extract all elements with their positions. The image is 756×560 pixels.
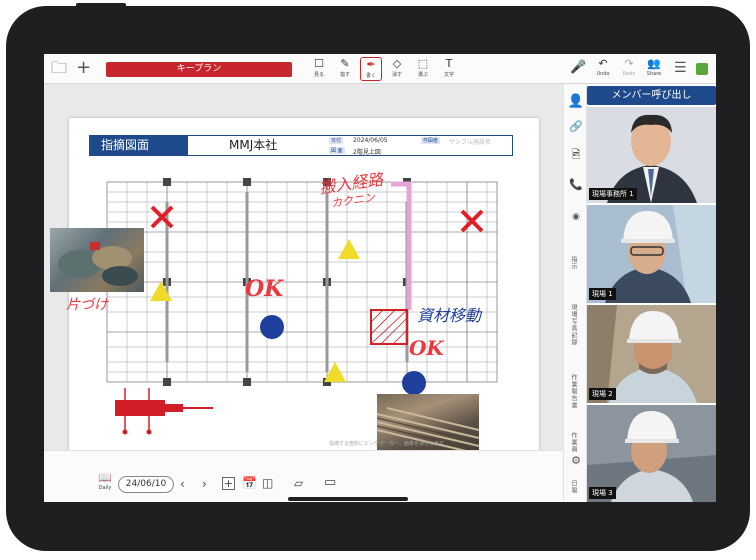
participant-label: 現場 1 (589, 288, 616, 300)
bottom-toolbar: 📖 Daily 24/06/10 ‹ › + 📅 ◫ ▱ ▭ (44, 450, 563, 502)
sheet-footnote: 指摘する箇所にピンやマーカー、画像を添付します (329, 441, 444, 447)
caution-marker[interactable] (323, 361, 347, 383)
folder-icon[interactable]: 🗀 (51, 58, 67, 78)
tidy-up-annotation[interactable]: 片づけ (66, 294, 108, 314)
app-logo-icon (696, 63, 708, 75)
select-icon: ⬚ (417, 57, 429, 70)
undo-icon: ↶ (598, 57, 608, 70)
participant-label: 現場事務所 1 (589, 188, 637, 200)
shape-icon[interactable]: ▱ (294, 476, 303, 490)
date-selector[interactable]: 24/06/10 (118, 476, 174, 493)
author-value: サンプル施設名 (449, 139, 491, 146)
view-icon: ☐ (314, 57, 324, 70)
participant-tile[interactable]: 現場 3 (587, 405, 716, 502)
redo-icon: ↷ (624, 57, 634, 70)
pen-icon: ✒ (366, 58, 376, 71)
tool-write[interactable]: ✒ 書く (360, 57, 382, 81)
pointer-icon: ✎ (340, 57, 350, 70)
tablet-button (626, 542, 666, 548)
previous-icon[interactable]: ‹ (180, 477, 185, 491)
drawing-canvas[interactable]: 指摘図面 MMJ本社 日付 2024/06/05 図 面 2階見上図 作図者 サ… (44, 84, 563, 502)
attached-photo-debris[interactable] (50, 228, 144, 292)
sidebar-item-instructions[interactable]: 指示 (569, 256, 578, 270)
material-move-annotation[interactable]: 資材移動 (417, 302, 481, 326)
video-panel: メンバー呼び出し 現場事務所 1 現場 1 現場 2 現場 3 (587, 84, 716, 502)
people-icon: 👥 (647, 57, 661, 70)
tool-text[interactable]: T 文字 (438, 57, 460, 81)
material-area-marker[interactable] (369, 308, 411, 348)
tablet-button (580, 542, 620, 548)
ok-annotation[interactable]: OK (409, 336, 444, 360)
text-icon: T (445, 57, 453, 70)
ok-marker[interactable] (259, 314, 285, 340)
date-label: 日付 (329, 137, 344, 144)
sidebar-item-work-report[interactable]: 作業報告書 (569, 374, 578, 409)
ng-marker[interactable] (149, 204, 175, 230)
participant-tile[interactable]: 現場 2 (587, 305, 716, 403)
side-icon-bar: 👤 🔗 🖻 📞 ◉ 指示 現場写真記録 作業報告書 作業員 ⚙ 日報 (563, 84, 587, 502)
sidebar-item-workers[interactable]: 作業員 (569, 432, 578, 453)
rectangle-icon[interactable]: ▭ (324, 475, 336, 490)
sidebar-item-photo-records[interactable]: 現場写真記録 (569, 304, 578, 346)
tool-point[interactable]: ✎ 指す (334, 57, 356, 81)
participant-tile[interactable]: 現場 1 (587, 205, 716, 303)
tool-select[interactable]: ⬚ 選ぶ (412, 57, 434, 81)
ok-marker[interactable] (401, 370, 427, 396)
settings-icon[interactable]: ⚙ (567, 454, 585, 467)
sidebar-item-daily[interactable]: 日報 (569, 480, 578, 494)
share-button[interactable]: 👥 Share (643, 57, 665, 81)
crane-marker[interactable] (113, 388, 223, 438)
drawing-label: 図 面 (329, 147, 345, 154)
book-icon: 📖 (98, 471, 112, 484)
tool-view[interactable]: ☐ 見る (308, 57, 330, 81)
participant-label: 現場 3 (589, 487, 616, 499)
eraser-icon: ◇ (392, 57, 402, 70)
author-label: 作図者 (421, 137, 441, 144)
call-members-button[interactable]: メンバー呼び出し (587, 86, 716, 105)
participant-label: 現場 2 (589, 388, 616, 400)
ai-icon[interactable]: ◉ (567, 212, 585, 222)
menu-icon[interactable]: ☰ (674, 58, 687, 78)
member-icon[interactable]: 👤 (567, 94, 585, 109)
top-toolbar: 🗀 + キープラン ☐ 見る ✎ 指す ✒ 書く ◇ 消す ⬚ 選ぶ T 文字 🎤 ↶ Und… (44, 54, 716, 84)
tablet-button (76, 3, 126, 8)
app-screen: 🗀 + キープラン ☐ 見る ✎ 指す ✒ 書く ◇ 消す ⬚ 選ぶ T 文字 🎤 ↶ Und… (44, 54, 716, 502)
debris-photo-image (58, 242, 138, 286)
ok-annotation[interactable]: OK (245, 276, 283, 302)
video-call-icon[interactable]: 📞 (567, 178, 585, 191)
photo-record-icon[interactable]: 🖻 (567, 146, 585, 165)
home-indicator (288, 497, 408, 501)
search-pages-icon[interactable]: ◫ (262, 476, 273, 490)
microphone-icon[interactable]: 🎤 (570, 58, 586, 78)
add-icon[interactable]: + (76, 58, 91, 78)
caution-marker[interactable] (337, 238, 361, 260)
daily-button[interactable]: 📖 Daily (96, 471, 114, 493)
add-page-icon[interactable]: + (222, 477, 235, 490)
drawing-name: 2階見上図 (353, 149, 381, 156)
ng-marker[interactable] (459, 208, 485, 234)
tool-erase[interactable]: ◇ 消す (386, 57, 408, 81)
document-title[interactable]: キープラン (106, 62, 292, 77)
company-name: MMJ本社 (229, 138, 278, 152)
sheet-heading: 指摘図面 (89, 135, 187, 156)
participant-tile[interactable]: 現場事務所 1 (587, 107, 716, 203)
next-icon[interactable]: › (202, 477, 207, 491)
redo-button[interactable]: ↷ Redo (618, 57, 640, 81)
undo-button[interactable]: ↶ Undo (592, 57, 614, 81)
calendar-icon[interactable]: 📅 (242, 476, 257, 490)
sheet-date: 2024/06/05 (353, 137, 388, 144)
caution-marker[interactable] (149, 280, 173, 302)
link-icon[interactable]: 🔗 (567, 120, 585, 133)
